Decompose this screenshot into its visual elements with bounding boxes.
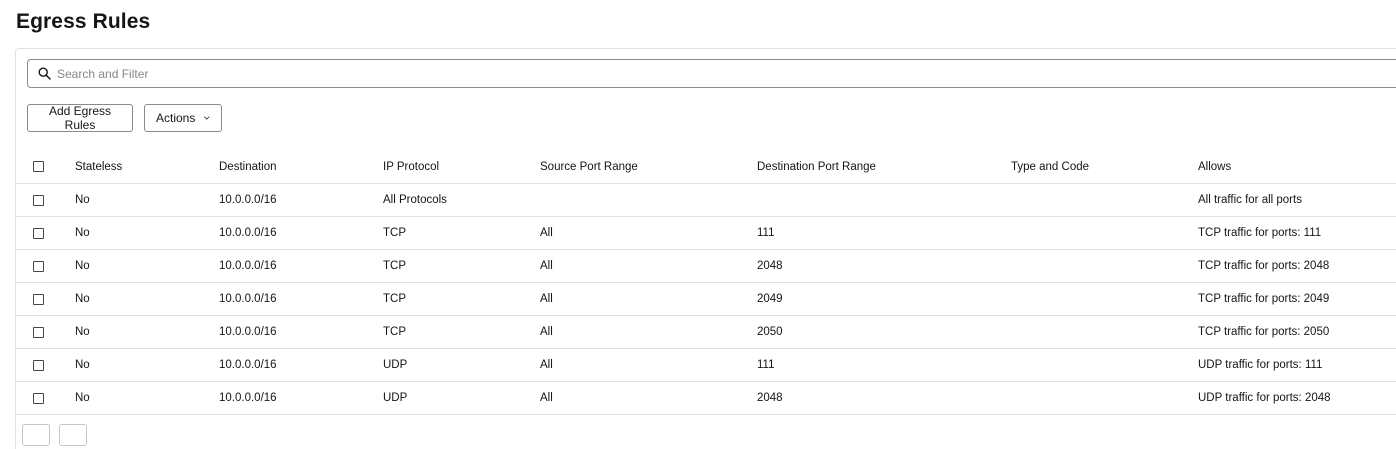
source-port-cell: All bbox=[540, 260, 553, 272]
row-checkbox[interactable] bbox=[33, 260, 44, 272]
source-port-cell: All bbox=[540, 392, 553, 404]
destination-cell: 10.0.0.0/16 bbox=[219, 359, 277, 371]
row-select-cell bbox=[33, 250, 44, 282]
column-header-allows[interactable]: Allows bbox=[1198, 150, 1231, 183]
actions-label: Actions bbox=[156, 111, 196, 125]
ip-protocol-cell: All Protocols bbox=[383, 194, 447, 206]
search-icon bbox=[38, 67, 51, 80]
source-port-cell: All bbox=[540, 326, 553, 338]
table-row: No 10.0.0.0/16 TCP All 2049 TCP traffic … bbox=[16, 283, 1396, 316]
destination-cell: 10.0.0.0/16 bbox=[219, 326, 277, 338]
ip-protocol-cell: UDP bbox=[383, 359, 408, 371]
stateless-cell: No bbox=[75, 194, 90, 206]
stateless-cell: No bbox=[75, 326, 90, 338]
ip-protocol-cell: TCP bbox=[383, 260, 406, 272]
stateless-cell: No bbox=[75, 359, 90, 371]
allows-cell: TCP traffic for ports: 2050 bbox=[1198, 326, 1330, 338]
allows-cell: UDP traffic for ports: 2048 bbox=[1198, 392, 1331, 404]
select-all-cell bbox=[33, 150, 44, 183]
ip-protocol-cell: UDP bbox=[383, 392, 408, 404]
allows-cell: TCP traffic for ports: 2049 bbox=[1198, 293, 1330, 305]
row-select-cell bbox=[33, 316, 44, 348]
table-row: No 10.0.0.0/16 All Protocols All traffic… bbox=[16, 184, 1396, 217]
row-checkbox[interactable] bbox=[33, 293, 44, 305]
ip-protocol-cell: TCP bbox=[383, 326, 406, 338]
row-select-cell bbox=[33, 382, 44, 414]
stateless-cell: No bbox=[75, 293, 90, 305]
destination-cell: 10.0.0.0/16 bbox=[219, 194, 277, 206]
stateless-cell: No bbox=[75, 392, 90, 404]
destination-port-cell: 2048 bbox=[757, 392, 783, 404]
stateless-cell: No bbox=[75, 227, 90, 239]
row-select-cell bbox=[33, 184, 44, 216]
ip-protocol-cell: TCP bbox=[383, 293, 406, 305]
page-title: Egress Rules bbox=[16, 10, 151, 33]
row-checkbox[interactable] bbox=[33, 194, 44, 206]
table-row: No 10.0.0.0/16 TCP All 2050 TCP traffic … bbox=[16, 316, 1396, 349]
select-all-checkbox[interactable] bbox=[33, 161, 44, 172]
row-select-cell bbox=[33, 283, 44, 315]
destination-port-cell: 2050 bbox=[757, 326, 783, 338]
allows-cell: TCP traffic for ports: 111 bbox=[1198, 227, 1322, 239]
table-row: No 10.0.0.0/16 UDP All 2048 UDP traffic … bbox=[16, 382, 1396, 415]
egress-rules-table: Stateless Destination IP Protocol Source… bbox=[16, 150, 1396, 415]
column-header-ip-protocol[interactable]: IP Protocol bbox=[383, 150, 439, 183]
stateless-cell: No bbox=[75, 260, 90, 272]
column-header-destination-port-range[interactable]: Destination Port Range bbox=[757, 150, 876, 183]
actions-menu-button[interactable]: Actions bbox=[144, 104, 222, 132]
destination-cell: 10.0.0.0/16 bbox=[219, 260, 277, 272]
column-header-source-port-range[interactable]: Source Port Range bbox=[540, 150, 638, 183]
next-page-button[interactable] bbox=[59, 424, 87, 446]
row-checkbox[interactable] bbox=[33, 326, 44, 338]
source-port-cell: All bbox=[540, 293, 553, 305]
row-checkbox[interactable] bbox=[33, 359, 44, 371]
add-egress-rules-label: Add Egress Rules bbox=[48, 104, 112, 132]
column-header-stateless[interactable]: Stateless bbox=[75, 150, 122, 183]
column-header-type-and-code[interactable]: Type and Code bbox=[1011, 150, 1089, 183]
table-row: No 10.0.0.0/16 TCP All 2048 TCP traffic … bbox=[16, 250, 1396, 283]
allows-cell: All traffic for all ports bbox=[1198, 194, 1302, 206]
destination-port-cell: 111 bbox=[757, 359, 775, 371]
previous-page-button[interactable] bbox=[22, 424, 50, 446]
row-select-cell bbox=[33, 217, 44, 249]
row-select-cell bbox=[33, 349, 44, 381]
table-row: No 10.0.0.0/16 UDP All 111 UDP traffic f… bbox=[16, 349, 1396, 382]
add-egress-rules-button[interactable]: Add Egress Rules bbox=[27, 104, 133, 132]
table-row: No 10.0.0.0/16 TCP All 111 TCP traffic f… bbox=[16, 217, 1396, 250]
ip-protocol-cell: TCP bbox=[383, 227, 406, 239]
chevron-down-icon bbox=[204, 116, 210, 120]
source-port-cell: All bbox=[540, 359, 553, 371]
source-port-cell: All bbox=[540, 227, 553, 239]
destination-cell: 10.0.0.0/16 bbox=[219, 227, 277, 239]
search-filter-box[interactable] bbox=[27, 59, 1396, 88]
allows-cell: TCP traffic for ports: 2048 bbox=[1198, 260, 1330, 272]
row-checkbox[interactable] bbox=[33, 392, 44, 404]
destination-port-cell: 2048 bbox=[757, 260, 783, 272]
table-header-row: Stateless Destination IP Protocol Source… bbox=[16, 150, 1396, 184]
destination-cell: 10.0.0.0/16 bbox=[219, 293, 277, 305]
destination-cell: 10.0.0.0/16 bbox=[219, 392, 277, 404]
destination-port-cell: 111 bbox=[757, 227, 775, 239]
destination-port-cell: 2049 bbox=[757, 293, 783, 305]
column-header-destination[interactable]: Destination bbox=[219, 150, 277, 183]
allows-cell: UDP traffic for ports: 111 bbox=[1198, 359, 1323, 371]
search-input[interactable] bbox=[57, 64, 657, 84]
row-checkbox[interactable] bbox=[33, 227, 44, 239]
